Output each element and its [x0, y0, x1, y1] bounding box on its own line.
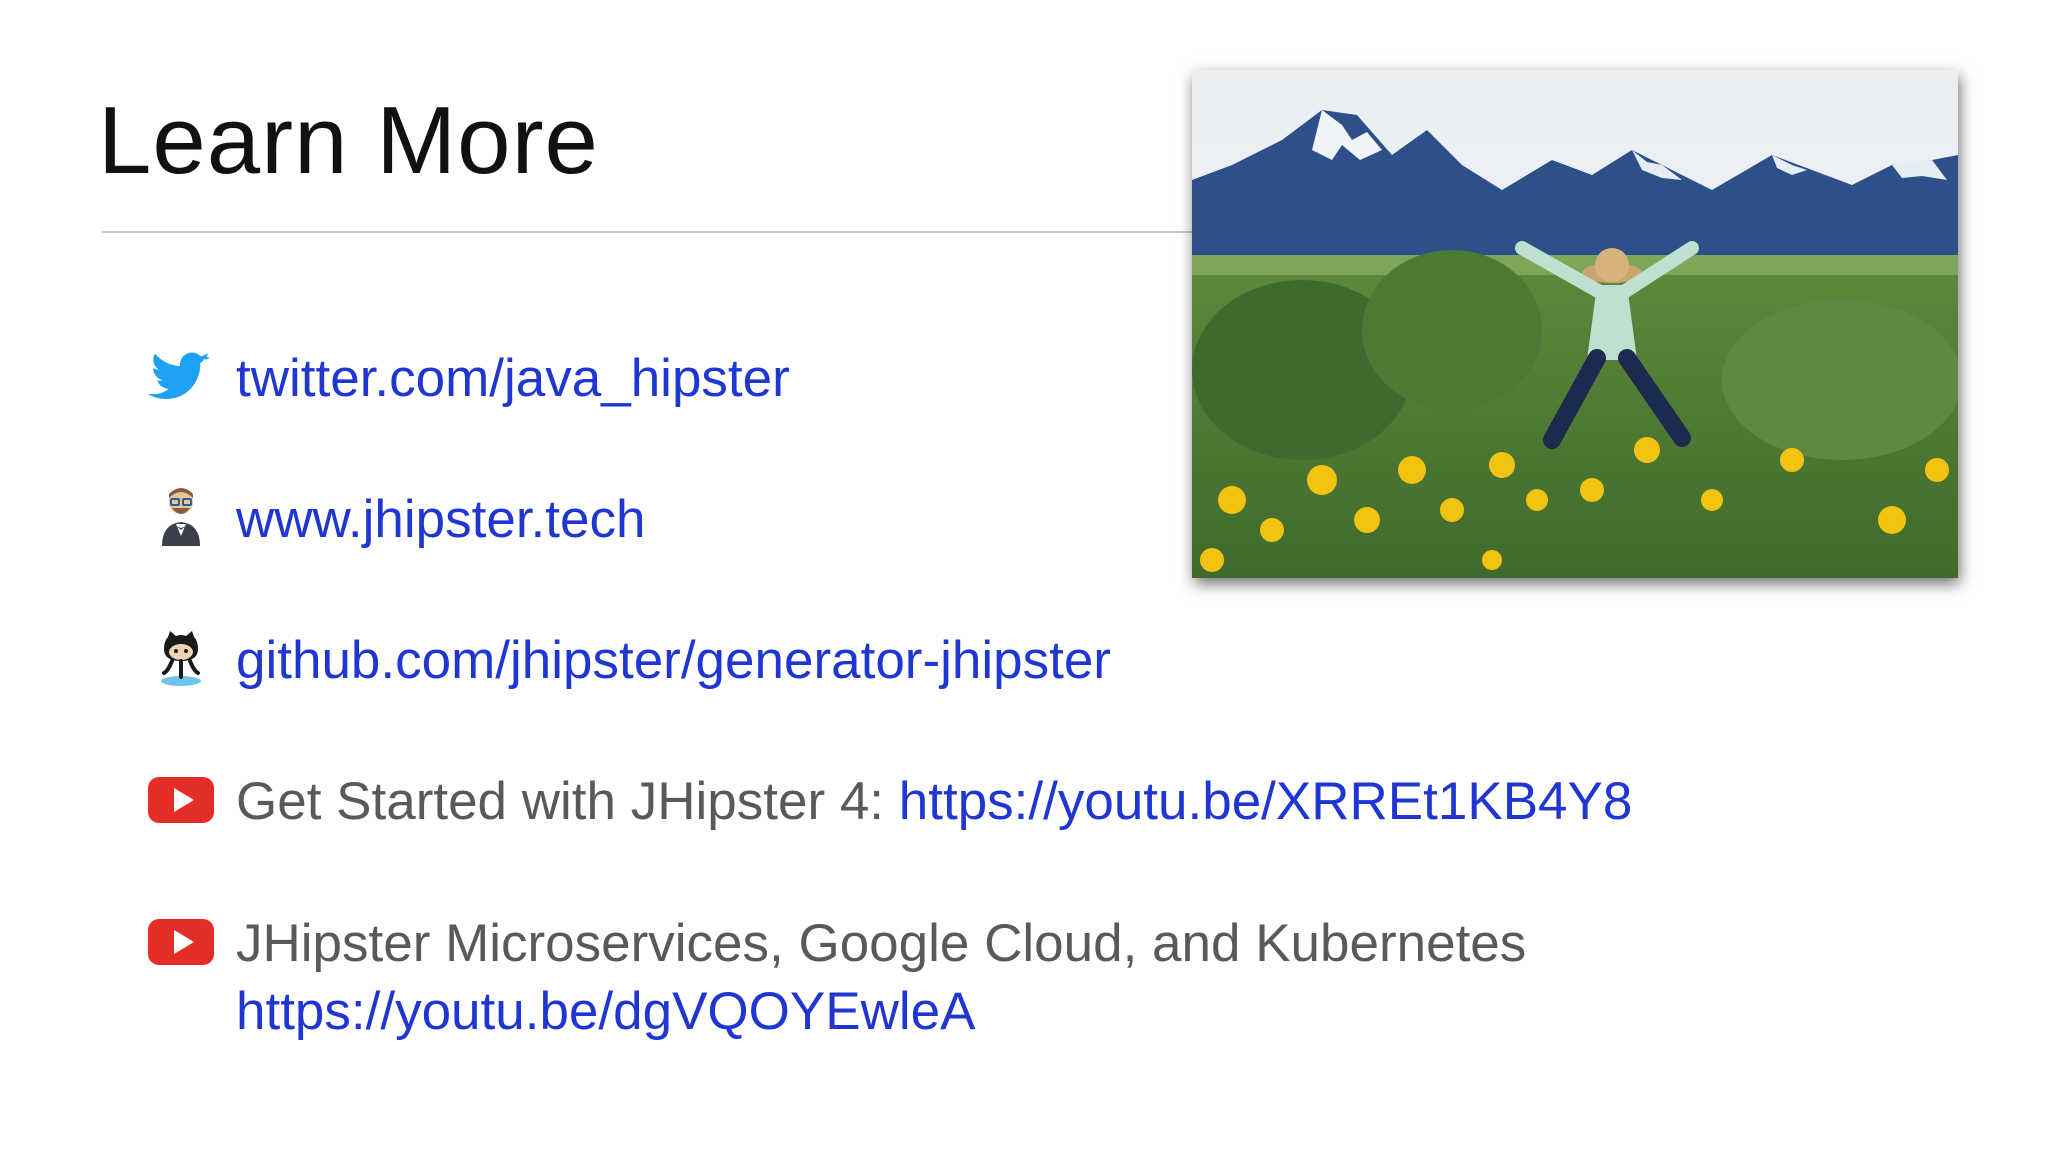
twitter-link[interactable]: twitter.com/java_hipster: [236, 345, 790, 413]
github-octocat-icon: [146, 627, 216, 687]
photo-jumping-in-wildflowers: [1192, 70, 1958, 578]
link-row-website: www.jhipster.tech: [146, 486, 645, 554]
link-row-video-1: Get Started with JHipster 4: https://you…: [146, 768, 1632, 836]
link-row-video-2: JHipster Microservices, Google Cloud, an…: [146, 910, 1526, 1046]
video-1-title: Get Started with JHipster 4:: [236, 772, 899, 831]
link-row-github: github.com/jhipster/generator-jhipster: [146, 627, 1111, 695]
video-2-title: JHipster Microservices, Google Cloud, an…: [236, 914, 1527, 973]
website-link[interactable]: www.jhipster.tech: [236, 486, 645, 554]
link-row-twitter: twitter.com/java_hipster: [146, 345, 790, 413]
jhipster-mascot-icon: [146, 486, 216, 546]
youtube-play-icon: [146, 768, 216, 828]
slide-title: Learn More: [98, 87, 599, 194]
slide: Learn More twitter.com/java_hipster www.…: [0, 0, 2048, 1152]
github-link[interactable]: github.com/jhipster/generator-jhipster: [236, 627, 1111, 695]
video-1-link[interactable]: https://youtu.be/XRREt1KB4Y8: [899, 772, 1633, 831]
youtube-play-icon: [146, 910, 216, 970]
title-divider: [102, 231, 1222, 233]
twitter-bird-icon: [146, 345, 216, 405]
video-2-link[interactable]: https://youtu.be/dgVQOYEwleA: [236, 978, 1526, 1046]
